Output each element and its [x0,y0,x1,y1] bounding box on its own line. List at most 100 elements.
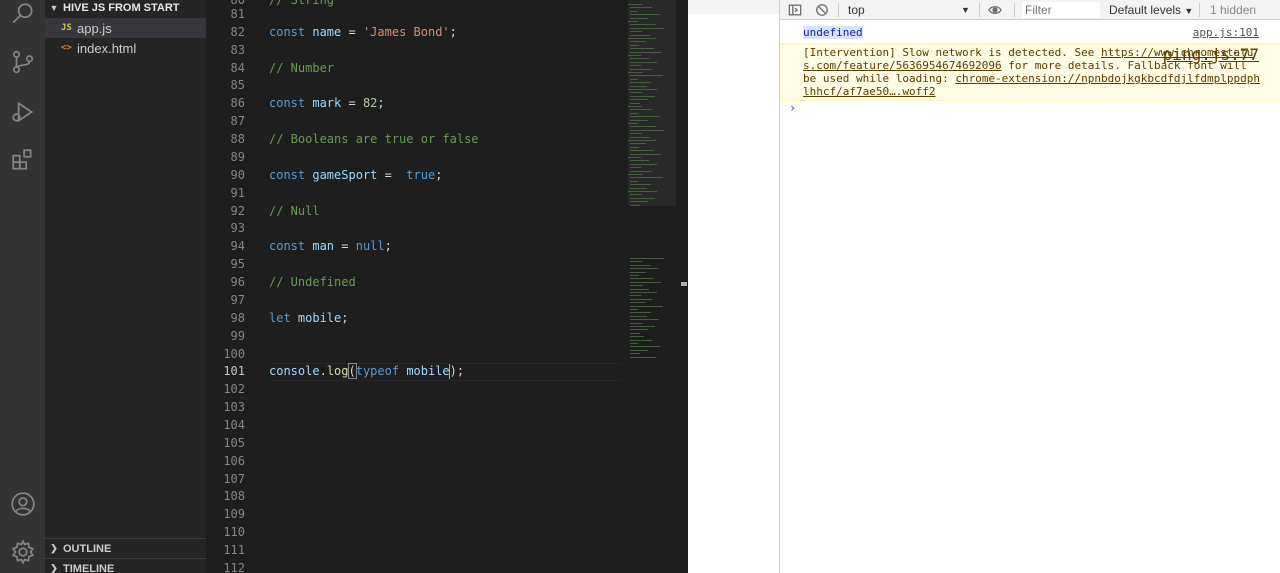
code-token: ) [449,364,457,378]
sidebar-toggle-icon[interactable] [787,2,803,18]
minimap[interactable] [628,0,676,573]
code-token: = [334,239,356,253]
file-name: index.html [77,40,137,56]
toolbar-divider [1014,3,1015,17]
minimap-line [630,154,661,155]
file-item-app-js[interactable]: JS app.js [45,18,206,38]
line-number: 95 [230,257,245,271]
line-number: 101 [223,364,245,378]
activity-bar [0,0,45,573]
hidden-messages-count[interactable]: 1 hidden [1210,2,1256,18]
minimap-line [630,137,650,138]
minimap-line [630,268,658,269]
file-name: app.js [77,20,112,36]
run-debug-icon[interactable] [9,98,37,126]
line-number: 98 [230,311,245,325]
clear-console-icon[interactable] [814,2,830,18]
minimap-line [630,31,642,32]
minimap-line [630,261,642,262]
log-output-value[interactable]: undefined [803,26,863,39]
minimap-line [630,319,659,320]
timeline-section[interactable]: ❯ TIMELINE [45,558,206,573]
minimap-line [630,14,660,15]
minimap-line [630,65,641,66]
code-token: ; [384,239,392,253]
line-number: 81 [230,7,245,21]
line-number: 85 [230,78,245,92]
file-item-index-html[interactable]: <> index.html [45,38,206,58]
minimap-line [628,55,641,56]
line-number: 93 [230,221,245,235]
code-line: const man = null; [269,237,392,255]
code-editor[interactable]: 80 81 82 83 84 85 86 87 88 89 90 91 92 93 94 95 96 97 98 9… [206,0,687,573]
code-token: const [269,239,313,253]
line-number: 86 [230,96,245,110]
settings-gear-icon[interactable] [9,538,37,566]
code-token: . [319,364,327,378]
minimap-line [630,11,638,12]
dropdown-arrow-icon: ▼ [1184,6,1194,16]
html-file-icon: <> [61,43,72,53]
code-token: mark [312,96,342,110]
warning-source-link[interactable]: ping.js:77 [1163,45,1259,64]
search-icon[interactable] [9,0,37,28]
minimap-line [630,79,638,80]
minimap-line [630,205,640,206]
log-levels-dropdown[interactable]: Default levels ▼ [1109,2,1193,18]
minimap-line [630,18,648,19]
source-control-icon[interactable] [9,48,37,76]
account-icon[interactable] [9,490,37,518]
console-prompt-icon[interactable]: › [789,101,796,115]
code-token: ( [347,363,357,379]
minimap-line [630,177,663,178]
minimap-line [630,164,657,165]
chevron-right-icon: ❯ [50,563,58,573]
minimap-line [628,106,642,107]
filter-input[interactable] [1022,2,1100,18]
outline-label: OUTLINE [63,542,112,555]
dropdown-arrow-icon[interactable]: ▼ [961,2,970,18]
code-token: // Undefined [269,275,356,289]
chevron-down-icon: ▼ [49,3,59,13]
minimap-line [630,285,643,286]
line-number-gutter: 80 81 82 83 84 85 86 87 88 89 90 91 92 93 94 95 96 97 98 9… [206,0,245,573]
code-token: 82 [362,96,378,110]
source-link[interactable]: app.js:101 [1193,26,1259,39]
code-token: ; [341,311,349,325]
extensions-icon[interactable] [9,146,37,174]
line-number: 102 [223,382,245,396]
outline-section[interactable]: ❯ OUTLINE [45,538,206,558]
minimap-line [628,72,643,73]
folder-header[interactable]: ▼ HIVE JS FROM START [45,0,206,16]
code-line: console.log(typeof mobile); [269,362,464,380]
panel-resize-handle[interactable] [677,0,688,573]
minimap-line [630,306,663,307]
minimap-line [630,92,642,93]
minimap-line [630,75,663,76]
eye-icon[interactable] [987,2,1003,18]
code-token: mobile [406,364,450,378]
minimap-line [630,333,640,334]
minimap-line [628,174,643,175]
minimap-line [630,143,646,144]
code-area[interactable]: // String const name = 'James Bond'; // N… [269,0,629,573]
line-number: 112 [223,561,245,573]
minimap-line [630,184,651,185]
code-token: name [312,25,342,39]
line-number: 106 [223,454,245,468]
minimap-line [630,350,648,351]
code-token: man [312,239,335,253]
code-token: mobile [297,311,342,325]
warning-text-part: [Intervention] Slow network is detected.… [803,46,1102,59]
minimap-line [630,340,652,341]
context-selector[interactable]: top [848,2,865,18]
toolbar-divider [838,3,839,17]
minimap-line [630,120,648,121]
code-token: = [341,96,363,110]
minimap-line [630,188,647,189]
code-token: = [341,25,363,39]
code-token: console [269,364,320,378]
code-token: ; [377,96,385,110]
minimap-line [630,292,657,293]
minimap-line [630,116,660,117]
